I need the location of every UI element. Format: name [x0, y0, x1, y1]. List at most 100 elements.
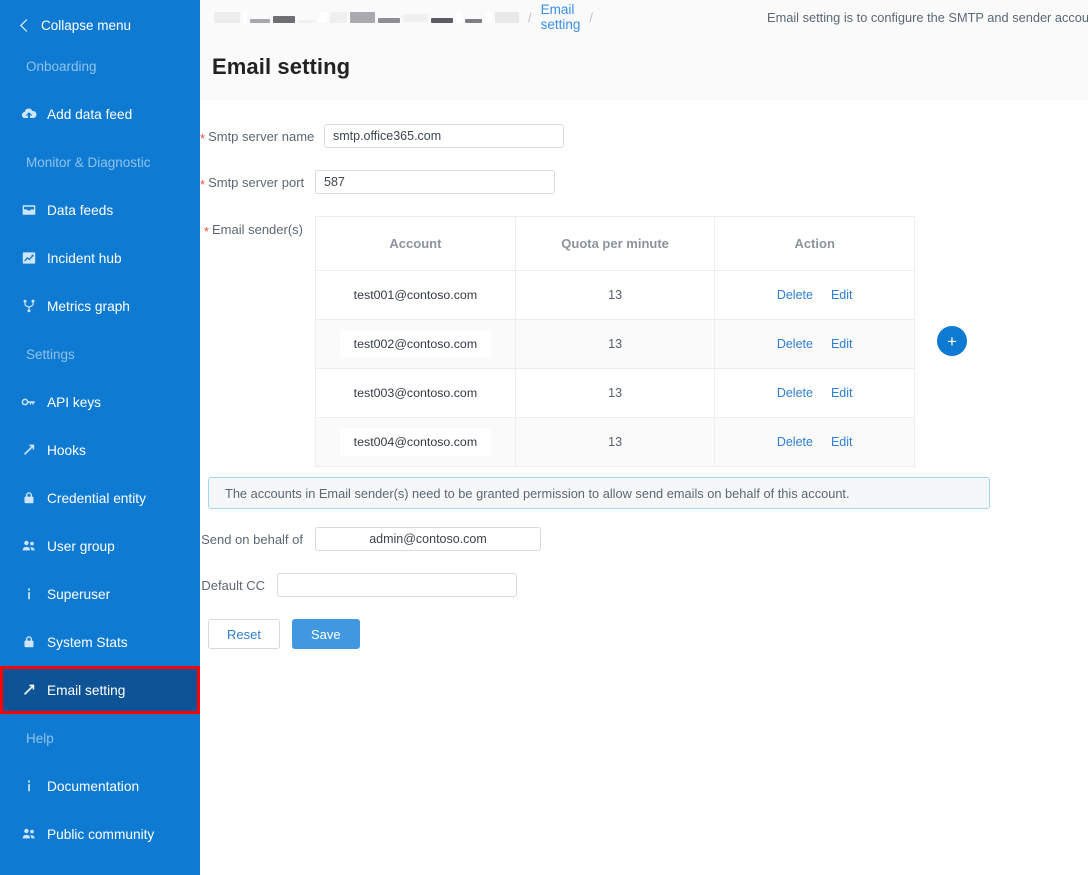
email-senders-label: *Email sender(s) — [200, 216, 315, 237]
cloud-upload-icon — [20, 106, 37, 123]
cell-quota: 13 — [515, 369, 714, 418]
field-send-on-behalf: Send on behalf of — [200, 527, 1088, 551]
required-asterisk: * — [200, 177, 205, 192]
edit-link[interactable]: Edit — [831, 435, 853, 449]
default-cc-input[interactable] — [277, 573, 517, 597]
field-smtp-server-port: *Smtp server port — [200, 170, 1088, 194]
sidebar-item-label: Public community — [47, 827, 154, 842]
users-icon — [20, 826, 37, 843]
edit-link[interactable]: Edit — [831, 288, 853, 302]
sidebar-item-superuser[interactable]: Superuser — [0, 570, 200, 618]
delete-link[interactable]: Delete — [777, 386, 813, 400]
sidebar-item-email-setting[interactable]: Email setting — [0, 666, 200, 714]
sidebar-item-metrics-graph[interactable]: Metrics graph — [0, 282, 200, 330]
sidebar-item-label: Add data feed — [47, 107, 132, 122]
sidebar-item-label: Superuser — [47, 587, 110, 602]
sidebar-item-label: Metrics graph — [47, 299, 130, 314]
field-default-cc: Default CC — [200, 573, 1088, 597]
delete-link[interactable]: Delete — [777, 435, 813, 449]
chart-square-icon — [20, 250, 37, 267]
account-value: test004@contoso.com — [340, 428, 491, 456]
cell-action: Delete Edit — [715, 369, 915, 418]
smtp-server-name-label: *Smtp server name — [200, 129, 324, 144]
email-senders-table: AccountQuota per minuteAction test001@co… — [315, 216, 915, 467]
sidebar-item-incident-hub[interactable]: Incident hub — [0, 234, 200, 282]
permission-notice: The accounts in Email sender(s) need to … — [208, 477, 990, 509]
table-row: test001@contoso.com 13 Delete Edit — [316, 271, 915, 320]
sidebar: Collapse menu OnboardingAdd data feedMon… — [0, 0, 200, 875]
main-area: / Email setting / Email setting is to co… — [200, 0, 1088, 875]
sidebar-item-user-group[interactable]: User group — [0, 522, 200, 570]
inbox-icon — [20, 202, 37, 219]
breadcrumb-separator-2: / — [589, 10, 593, 25]
smtp-server-port-input[interactable] — [315, 170, 555, 194]
column-header-account: Account — [316, 217, 516, 271]
sidebar-section-help: Help — [0, 714, 200, 762]
delete-link[interactable]: Delete — [777, 337, 813, 351]
email-senders-label-text: Email sender(s) — [212, 222, 303, 237]
account-value: test001@contoso.com — [340, 281, 491, 309]
page-title: Email setting — [212, 54, 350, 80]
cell-account: test002@contoso.com — [316, 320, 516, 369]
cell-action: Delete Edit — [715, 320, 915, 369]
sidebar-item-label: Data feeds — [47, 203, 113, 218]
sidebar-item-system-stats[interactable]: System Stats — [0, 618, 200, 666]
sidebar-item-label: Documentation — [47, 779, 139, 794]
form-actions: Reset Save — [200, 619, 1088, 649]
key-icon — [20, 394, 37, 411]
users-icon — [20, 538, 37, 555]
table-row: test003@contoso.com13DeleteEdit — [316, 369, 915, 418]
sidebar-item-add-data-feed[interactable]: Add data feed — [0, 90, 200, 138]
smtp-server-name-input[interactable] — [324, 124, 564, 148]
collapse-menu-button[interactable]: Collapse menu — [0, 8, 200, 42]
lock-icon — [20, 634, 37, 651]
breadcrumb-email-setting[interactable]: Email setting — [541, 2, 581, 32]
send-on-behalf-label: Send on behalf of — [200, 532, 315, 547]
sidebar-item-label: System Stats — [47, 635, 128, 650]
table-body: test001@contoso.com13DeleteEdittest002@c… — [316, 271, 915, 467]
sidebar-item-public-community[interactable]: Public community — [0, 810, 200, 858]
column-header-quota-per-minute: Quota per minute — [515, 217, 714, 271]
topbar: / Email setting / Email setting is to co… — [200, 0, 1088, 34]
send-on-behalf-input[interactable] — [315, 527, 541, 551]
sidebar-item-credential-entity[interactable]: Credential entity — [0, 474, 200, 522]
cell-quota: 13 — [515, 271, 714, 320]
sidebar-item-label: Email setting — [47, 683, 125, 698]
cell-account: test004@contoso.com — [316, 418, 516, 467]
save-button[interactable]: Save — [292, 619, 360, 649]
info-icon — [20, 586, 37, 603]
edit-link[interactable]: Edit — [831, 386, 853, 400]
table-row: test002@contoso.com13 Delete Edit — [316, 320, 915, 369]
sidebar-item-hooks[interactable]: Hooks — [0, 426, 200, 474]
sidebar-item-api-keys[interactable]: API keys — [0, 378, 200, 426]
delete-link[interactable]: Delete — [777, 288, 813, 302]
hook-arrow-icon — [20, 682, 37, 699]
sidebar-section-settings: Settings — [0, 330, 200, 378]
table-head: AccountQuota per minuteAction — [316, 217, 915, 271]
column-header-action: Action — [715, 217, 915, 271]
sidebar-item-label: Incident hub — [47, 251, 122, 266]
page-description: Email setting is to configure the SMTP a… — [767, 10, 1088, 25]
lock-icon — [20, 490, 37, 507]
cell-quota: 13 — [515, 320, 714, 369]
page-header: Email setting — [200, 34, 1088, 100]
sidebar-item-documentation[interactable]: Documentation — [0, 762, 200, 810]
sidebar-nav-list: OnboardingAdd data feedMonitor & Diagnos… — [0, 42, 200, 858]
hook-arrow-icon — [20, 442, 37, 459]
required-asterisk: * — [204, 224, 209, 239]
smtp-server-port-label-text: Smtp server port — [208, 175, 304, 190]
sidebar-item-label: User group — [47, 539, 115, 554]
required-asterisk: * — [200, 131, 205, 146]
edit-link[interactable]: Edit — [831, 337, 853, 351]
cell-action: Delete Edit — [715, 418, 915, 467]
smtp-server-name-label-text: Smtp server name — [208, 129, 314, 144]
add-sender-button[interactable]: + — [937, 326, 967, 356]
form-content: *Smtp server name *Smtp server port *Ema… — [200, 100, 1088, 649]
smtp-server-port-label: *Smtp server port — [200, 175, 315, 190]
reset-button[interactable]: Reset — [208, 619, 280, 649]
table-row: test004@contoso.com13DeleteEdit — [316, 418, 915, 467]
sidebar-item-label: API keys — [47, 395, 101, 410]
field-smtp-server-name: *Smtp server name — [200, 124, 1088, 148]
chevron-left-icon — [20, 19, 33, 32]
sidebar-item-data-feeds[interactable]: Data feeds — [0, 186, 200, 234]
